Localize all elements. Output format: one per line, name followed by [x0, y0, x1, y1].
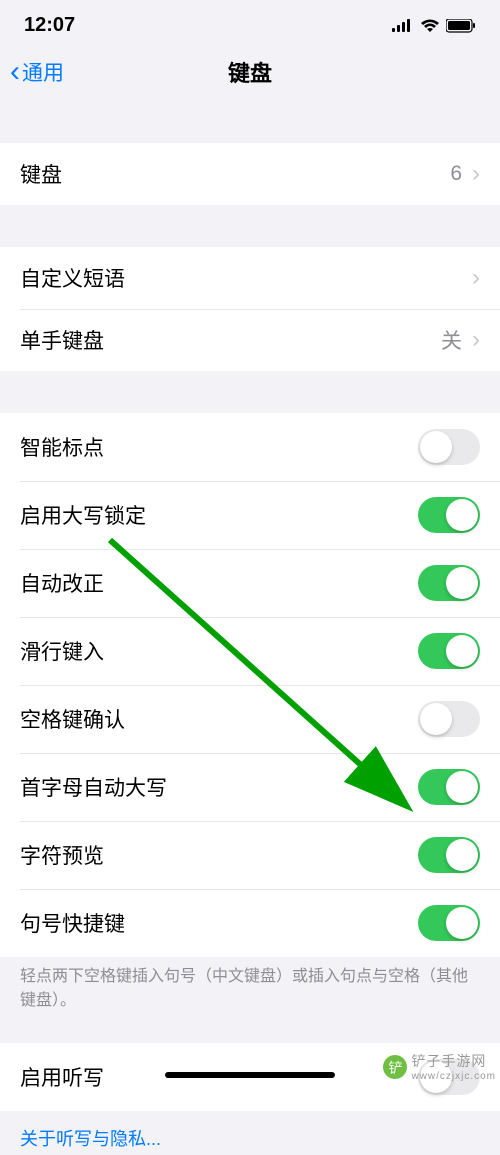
row-label: 智能标点	[20, 432, 104, 462]
row-toggle: 空格键确认	[0, 685, 500, 753]
row-label: 首字母自动大写	[20, 772, 167, 802]
watermark: 铲子手游网 www/czjxjc.com	[383, 1051, 496, 1082]
row-label: 启用大写锁定	[20, 500, 146, 530]
chevron-right-icon: ›	[472, 160, 480, 188]
watermark-text: 铲子手游网	[411, 1051, 496, 1071]
toggle-switch[interactable]	[418, 497, 480, 533]
row-phrases[interactable]: 自定义短语 ›	[0, 247, 500, 309]
page-title: 键盘	[228, 56, 272, 88]
nav-bar: ‹ 通用 键盘	[0, 47, 500, 101]
row-toggle: 字符预览	[0, 821, 500, 889]
row-label: 滑行键入	[20, 636, 104, 666]
toggle-switch[interactable]	[418, 769, 480, 805]
chevron-right-icon: ›	[472, 264, 480, 292]
back-button[interactable]: ‹ 通用	[10, 57, 64, 87]
home-indicator	[165, 1072, 335, 1078]
toggle-switch[interactable]	[418, 633, 480, 669]
row-label: 自动改正	[20, 568, 104, 598]
watermark-url: www/czjxjc.com	[411, 1071, 496, 1082]
status-time: 12:07	[24, 14, 75, 37]
back-label: 通用	[22, 57, 64, 87]
row-toggle: 句号快捷键	[0, 889, 500, 957]
wifi-icon	[420, 19, 440, 33]
toggle-switch[interactable]	[418, 429, 480, 465]
toggle-switch[interactable]	[418, 905, 480, 941]
toggle-switch[interactable]	[418, 701, 480, 737]
row-label: 单手键盘	[20, 325, 104, 355]
footer-note: 轻点两下空格键插入句号（中文键盘）或插入句点与空格（其他键盘）。	[0, 957, 500, 1021]
chevron-left-icon: ‹	[10, 57, 20, 87]
row-keyboards[interactable]: 键盘 6 ›	[0, 143, 500, 205]
row-toggle: 自动改正	[0, 549, 500, 617]
toggle-switch[interactable]	[418, 837, 480, 873]
row-toggle: 滑行键入	[0, 617, 500, 685]
row-one-hand[interactable]: 单手键盘 关 ›	[0, 309, 500, 371]
signal-icon	[392, 19, 414, 33]
dictation-privacy-link[interactable]: 关于听写与隐私...	[0, 1111, 500, 1155]
row-value: 6	[450, 162, 462, 186]
watermark-icon	[383, 1055, 407, 1079]
status-indicators	[392, 19, 476, 33]
row-toggle: 启用大写锁定	[0, 481, 500, 549]
row-label: 键盘	[20, 159, 62, 189]
row-toggle: 智能标点	[0, 413, 500, 481]
row-value: 关	[441, 325, 462, 355]
row-toggle: 首字母自动大写	[0, 753, 500, 821]
row-label: 自定义短语	[20, 263, 125, 293]
battery-icon	[446, 19, 476, 33]
row-label: 启用听写	[20, 1062, 104, 1092]
row-label: 字符预览	[20, 840, 104, 870]
chevron-right-icon: ›	[472, 326, 480, 354]
toggle-switch[interactable]	[418, 565, 480, 601]
row-label: 空格键确认	[20, 704, 125, 734]
status-bar: 12:07	[0, 0, 500, 47]
row-label: 句号快捷键	[20, 908, 125, 938]
